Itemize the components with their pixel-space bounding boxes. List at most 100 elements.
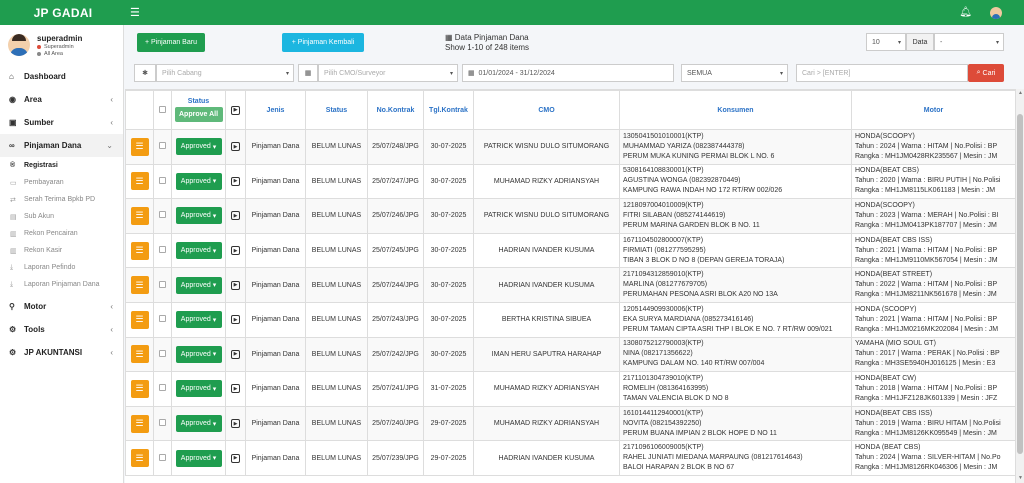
- brand-logo[interactable]: JP GADAI: [0, 0, 126, 25]
- approved-dropdown-button[interactable]: Approved ▾: [175, 311, 222, 329]
- row-menu-button[interactable]: ☰: [130, 137, 149, 156]
- approve-all-button[interactable]: Approve All: [174, 107, 223, 122]
- header-konsumen[interactable]: Konsumen: [619, 90, 852, 130]
- row-cmo: HADRIAN IVANDER KUSUMA: [473, 232, 620, 269]
- play-icon[interactable]: ▶: [231, 280, 240, 290]
- play-icon[interactable]: ▶: [231, 453, 240, 463]
- header-status[interactable]: Status: [305, 90, 368, 130]
- approved-dropdown-button[interactable]: Approved ▾: [175, 207, 222, 225]
- vertical-scrollbar[interactable]: ▲ ▼: [1015, 89, 1024, 483]
- motor-type: HONDA(SCOOPY): [855, 201, 915, 209]
- row-checkbox[interactable]: [159, 419, 166, 427]
- bell-icon[interactable]: 🔔︎: [959, 7, 972, 18]
- search-button[interactable]: ⌕ Cari: [968, 64, 1004, 82]
- select-all-checkbox[interactable]: [159, 105, 166, 113]
- row-menu-button[interactable]: ☰: [130, 414, 149, 433]
- caret-down-icon: ▾: [212, 212, 217, 220]
- sidebar-item-label: Dashboard: [24, 72, 66, 81]
- table-row: ☰ Approved ▾ ▶ Pinjaman Dana BELUM LUNAS 25/0…: [125, 267, 1016, 303]
- play-icon[interactable]: ▶: [231, 142, 240, 152]
- submenu-item-pembayaran[interactable]: ▭ Pembayaran: [0, 174, 123, 191]
- row-checkbox[interactable]: [159, 384, 166, 392]
- row-menu-button[interactable]: ☰: [130, 310, 149, 329]
- motor-detail: Tahun : 2017 | Warna : PERAK | No.Polisi…: [855, 350, 1000, 358]
- hamburger-icon[interactable]: ☰: [130, 6, 140, 19]
- row-konsumen: 5308164108830001(KTP) AGUSTINA WONGA (082…: [619, 163, 852, 200]
- approved-dropdown-button[interactable]: Approved ▾: [175, 345, 222, 363]
- sidebar-item-jp-akuntansi[interactable]: ⚙ JP AKUNTANSI ‹: [0, 341, 123, 364]
- play-icon[interactable]: ▶: [231, 176, 240, 186]
- scrollbar-thumb[interactable]: [1017, 114, 1023, 454]
- sidebar-item-sumber[interactable]: ▣ Sumber ‹: [0, 111, 123, 134]
- header-tgl-kontrak[interactable]: Tgl.Kontrak: [423, 90, 474, 130]
- row-menu-button[interactable]: ☰: [130, 379, 149, 398]
- approved-dropdown-button[interactable]: Approved ▾: [175, 172, 222, 190]
- motor-rangka: Rangka : MH1JM8211NK561678 | Mesin : JM: [855, 291, 997, 299]
- row-checkbox[interactable]: [159, 280, 166, 288]
- row-checkbox[interactable]: [159, 349, 166, 357]
- cmo-select[interactable]: Pilih CMO/Surveyor ▾: [318, 64, 458, 82]
- approved-dropdown-button[interactable]: Approved ▾: [175, 415, 222, 433]
- row-menu-button[interactable]: ☰: [130, 345, 149, 364]
- sidebar-item-motor[interactable]: ⚲ Motor ‹: [0, 295, 123, 318]
- play-icon[interactable]: ▶: [231, 315, 240, 325]
- caret-down-icon: ▾: [212, 282, 217, 290]
- submenu-item-laporan-pinjaman-dana[interactable]: ⤓ Laporan Pinjaman Dana: [0, 276, 123, 293]
- header-no-kontrak[interactable]: No.Kontrak: [367, 90, 424, 130]
- row-checkbox[interactable]: [159, 246, 166, 254]
- sidebar-item-tools[interactable]: ⚙ Tools ‹: [0, 318, 123, 341]
- row-menu-button[interactable]: ☰: [130, 241, 149, 260]
- avatar: [8, 34, 30, 56]
- motor-detail: Tahun : 2023 | Warna : MERAH | No.Polisi…: [855, 211, 999, 219]
- row-konsumen: 1308075212790003(KTP) NINA (082171356622)…: [619, 336, 852, 373]
- row-menu-button[interactable]: ☰: [130, 206, 149, 225]
- header-motor[interactable]: Motor: [851, 90, 1016, 130]
- row-checkbox[interactable]: [159, 315, 166, 323]
- page-size-select[interactable]: 10 ▾: [866, 33, 906, 51]
- row-menu-button[interactable]: ☰: [130, 276, 149, 295]
- approved-dropdown-button[interactable]: Approved ▾: [175, 242, 222, 260]
- row-checkbox[interactable]: [159, 211, 166, 219]
- submenu-item-rekon-pencairan[interactable]: ▥ Rekon Pencairan: [0, 225, 123, 242]
- approved-dropdown-button[interactable]: Approved ▾: [175, 380, 222, 398]
- submenu-item-sub-akun[interactable]: ▤ Sub Akun: [0, 208, 123, 225]
- row-menu-button[interactable]: ☰: [130, 449, 149, 468]
- play-icon[interactable]: ▶: [231, 211, 240, 221]
- user-avatar-icon[interactable]: [990, 6, 1002, 19]
- submenu-item-serah-terima[interactable]: ⇄ Serah Terima Bpkb PD: [0, 191, 123, 208]
- row-cmo: BERTHA KRISTINA SIBUEA: [473, 301, 620, 338]
- sidebar-item-dashboard[interactable]: ⌂ Dashboard: [0, 65, 123, 88]
- submenu-item-rekon-kasir[interactable]: ▥ Rekon Kasir: [0, 242, 123, 259]
- header-cmo[interactable]: CMO: [473, 90, 620, 130]
- search-input[interactable]: Cari > [ENTER]: [796, 64, 968, 82]
- row-menu-button[interactable]: ☰: [130, 172, 149, 191]
- scroll-up-icon[interactable]: ▲: [1016, 89, 1024, 98]
- row-checkbox[interactable]: [159, 176, 166, 184]
- cabang-placeholder: Pilih Cabang: [162, 69, 202, 77]
- chevron-left-icon: ‹: [110, 348, 113, 357]
- submenu-item-registrasi[interactable]: ® Registrasi: [0, 157, 123, 174]
- date-range-input[interactable]: ▦ 01/01/2024 - 31/12/2024: [462, 64, 674, 82]
- row-checkbox[interactable]: [159, 453, 166, 461]
- status-select[interactable]: SEMUA ▾: [681, 64, 788, 82]
- extra-select[interactable]: - ▾: [934, 33, 1004, 51]
- sidebar-item-area[interactable]: ◉ Area ‹: [0, 88, 123, 111]
- play-icon[interactable]: ▶: [231, 384, 240, 394]
- row-checkbox[interactable]: [159, 142, 166, 150]
- scroll-down-icon[interactable]: ▼: [1016, 474, 1024, 483]
- motor-rangka: Rangka : MH1JM9110MK567054 | Mesin : JM: [855, 256, 998, 264]
- play-icon[interactable]: ▶: [231, 349, 240, 359]
- sidebar-item-pinjaman-dana[interactable]: ∞ Pinjaman Dana ⌄: [0, 134, 123, 157]
- info-title-text: Data Pinjaman Dana: [454, 33, 529, 42]
- return-loan-button[interactable]: + Pinjaman Kembali: [282, 33, 364, 52]
- approved-dropdown-button[interactable]: Approved ▾: [175, 449, 222, 467]
- submenu-item-laporan-pefindo[interactable]: ⤓ Laporan Pefindo: [0, 259, 123, 276]
- header-jenis[interactable]: Jenis: [245, 90, 306, 130]
- cabang-select[interactable]: Pilih Cabang ▾: [156, 64, 294, 82]
- new-loan-button[interactable]: + Pinjaman Baru: [137, 33, 205, 52]
- approved-dropdown-button[interactable]: Approved ▾: [175, 276, 222, 294]
- motor-type: HONDA(BEAT CBS ISS): [855, 409, 933, 417]
- play-icon[interactable]: ▶: [231, 246, 240, 256]
- approved-dropdown-button[interactable]: Approved ▾: [175, 138, 222, 156]
- play-icon[interactable]: ▶: [231, 419, 240, 429]
